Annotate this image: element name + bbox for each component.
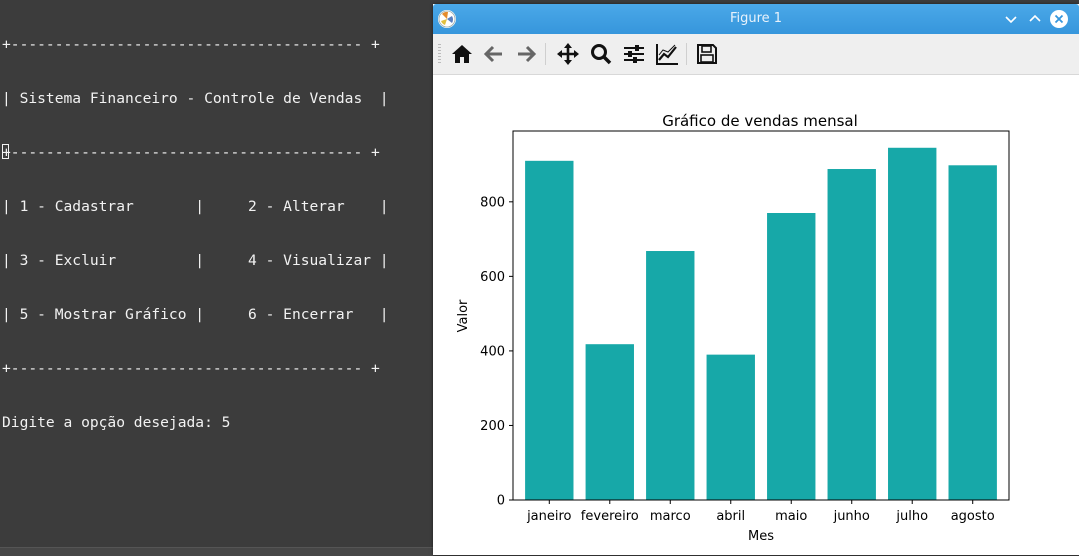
move-icon[interactable] xyxy=(555,41,581,67)
bar-junho xyxy=(827,169,876,500)
bar-julho xyxy=(888,147,937,500)
y-tick-label: 800 xyxy=(480,195,505,210)
x-tick-label: julho xyxy=(895,509,928,524)
home-icon[interactable] xyxy=(449,41,475,67)
window-title: Figure 1 xyxy=(729,11,783,26)
bars-group xyxy=(525,147,997,501)
close-icon[interactable] xyxy=(1050,10,1068,28)
navigation-toolbar xyxy=(433,34,1079,75)
bar-marco xyxy=(646,251,695,500)
chevron-down-icon[interactable] xyxy=(1002,10,1020,28)
terminal-prompt: Digite a opção desejada: 5 xyxy=(2,414,231,431)
x-tick-label: marco xyxy=(650,509,691,524)
window-titlebar[interactable]: Figure 1 xyxy=(433,4,1079,34)
x-tick-label: agosto xyxy=(951,509,995,524)
x-tick-label: maio xyxy=(775,509,807,524)
toolbar-separator xyxy=(545,43,546,65)
terminal-line: +---------------------------------------… xyxy=(2,36,380,53)
bar-fevereiro xyxy=(585,344,634,500)
x-axis-label: Mes xyxy=(748,529,774,544)
bar-agosto xyxy=(948,165,997,501)
figure-window[interactable]: Figure 1 Gráfico de vendas mensal 0 200 … xyxy=(433,4,1079,555)
x-tick-label: junho xyxy=(833,509,870,524)
terminal-line: | 1 - Cadastrar | 2 - Alterar | xyxy=(2,198,389,215)
y-tick-label: 400 xyxy=(480,344,505,359)
toolbar-separator xyxy=(686,43,687,65)
x-tick-label: fevereiro xyxy=(581,509,639,524)
y-tick-label: 200 xyxy=(480,419,505,434)
bar-maio xyxy=(767,213,816,500)
terminal-line: | Sistema Financeiro - Controle de Venda… xyxy=(2,90,389,107)
chart-title: Gráfico de vendas mensal xyxy=(662,112,858,130)
terminal-line: +---------------------------------------… xyxy=(2,144,380,161)
chevron-up-icon[interactable] xyxy=(1026,10,1044,28)
terminal-line: | 3 - Excluir | 4 - Visualizar | xyxy=(2,252,389,269)
y-tick-label: 0 xyxy=(497,494,505,509)
terminal-output: +---------------------------------------… xyxy=(2,0,389,468)
back-arrow-icon[interactable] xyxy=(481,41,507,67)
forward-arrow-icon[interactable] xyxy=(513,41,539,67)
terminal-line: | 5 - Mostrar Gráfico | 6 - Encerrar | xyxy=(2,306,389,323)
terminal-window[interactable]: +---------------------------------------… xyxy=(0,0,433,556)
bar-janeiro xyxy=(525,160,574,500)
x-tick-label: janeiro xyxy=(526,509,571,524)
bar-chart: Gráfico de vendas mensal 0 200 400 600 800 j… xyxy=(456,112,1010,544)
y-axis-ticks: 0 200 400 600 800 xyxy=(480,195,513,509)
configure-subplots-icon[interactable] xyxy=(621,41,647,67)
figure-canvas[interactable]: Gráfico de vendas mensal 0 200 400 600 800 j… xyxy=(433,75,1079,555)
toolbar-grip[interactable] xyxy=(438,44,441,64)
bar-abril xyxy=(706,354,755,500)
x-tick-label: abril xyxy=(716,509,745,524)
x-axis-ticks: janeiro fevereiro marco abril maio junho julho… xyxy=(526,500,995,524)
y-tick-label: 600 xyxy=(480,270,505,285)
terminal-cursor[interactable] xyxy=(2,144,9,159)
edit-axis-icon[interactable] xyxy=(654,41,680,67)
y-axis-label: Valor xyxy=(456,299,471,332)
terminal-line: +---------------------------------------… xyxy=(2,360,380,377)
zoom-icon[interactable] xyxy=(588,41,614,67)
save-icon[interactable] xyxy=(694,41,720,67)
